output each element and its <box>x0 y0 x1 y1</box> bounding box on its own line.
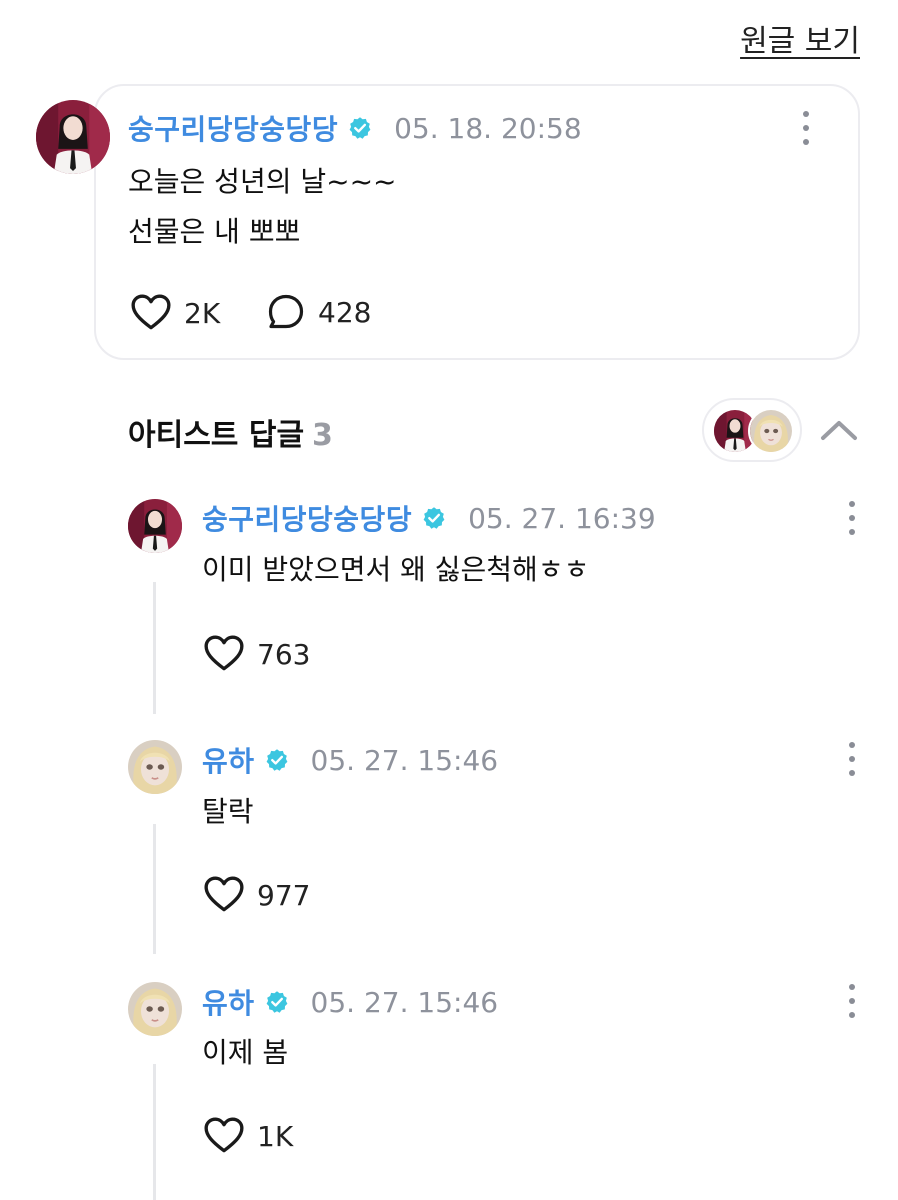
reply-avatar[interactable] <box>128 982 182 1036</box>
reply-text: 이미 받았으면서 왜 싫은척해ㅎㅎ <box>202 553 590 586</box>
reply-text: 이제 봄 <box>202 1036 289 1069</box>
post-timestamp: 05. 18. 20:58 <box>394 111 582 145</box>
chevron-up-icon <box>821 421 857 440</box>
reply-avatar[interactable] <box>128 499 182 553</box>
reply-author-name[interactable]: 유하 <box>202 740 255 780</box>
heart-icon <box>203 874 245 916</box>
more-vertical-icon <box>849 742 855 748</box>
more-vertical-icon <box>849 984 855 990</box>
thread-line <box>153 1064 156 1200</box>
reply-thread-page: 원글 보기 숭구리당당숭당당 05. 18. 20:58 오늘은 성년의 날~~… <box>0 0 898 1200</box>
post-more-button[interactable] <box>796 111 816 145</box>
verified-badge-icon <box>422 506 446 530</box>
artist-replies-count: 3 <box>312 418 333 453</box>
reply-author-name[interactable]: 숭구리당당숭당당 <box>202 498 412 538</box>
thread-line <box>153 824 156 954</box>
collapse-replies-button[interactable] <box>818 414 860 446</box>
verified-badge-icon <box>265 990 289 1014</box>
reply-text: 탈락 <box>202 795 254 828</box>
heart-icon <box>130 292 172 334</box>
reply-header: 유하 05. 27. 15:46 <box>202 740 498 780</box>
artist-avatar <box>748 408 794 454</box>
verified-badge-icon <box>348 116 372 140</box>
post-like-button[interactable]: 2K <box>130 292 220 334</box>
post-avatar[interactable] <box>36 100 110 174</box>
post-author-name[interactable]: 숭구리당당숭당당 <box>128 108 338 148</box>
reply-more-button[interactable] <box>842 501 862 535</box>
more-vertical-icon <box>803 111 809 117</box>
reply-more-button[interactable] <box>842 742 862 776</box>
reply-timestamp: 05. 27. 16:39 <box>468 501 656 535</box>
reply-like-count: 977 <box>257 878 311 912</box>
comment-bubble-icon <box>266 292 306 332</box>
reply-avatar[interactable] <box>128 740 182 794</box>
reply-like-count: 763 <box>257 637 311 671</box>
thread-line <box>153 582 156 714</box>
reply-like-button[interactable]: 977 <box>203 874 310 916</box>
post-like-count: 2K <box>184 296 221 330</box>
reply-header: 숭구리당당숭당당 05. 27. 16:39 <box>202 498 656 538</box>
reply-like-button[interactable]: 763 <box>203 633 310 675</box>
reply-like-count: 1K <box>257 1119 294 1153</box>
artist-replies-title: 아티스트 답글 3 <box>128 410 333 454</box>
reply-more-button[interactable] <box>842 984 862 1018</box>
artist-avatar-stack[interactable] <box>702 398 802 462</box>
reply-header: 유하 05. 27. 15:46 <box>202 982 498 1022</box>
post-comment-button[interactable]: 428 <box>266 292 371 332</box>
reply-timestamp: 05. 27. 15:46 <box>310 743 499 777</box>
post-header: 숭구리당당숭당당 05. 18. 20:58 <box>128 108 582 148</box>
reply-like-button[interactable]: 1K <box>203 1115 293 1157</box>
verified-badge-icon <box>265 748 289 772</box>
reply-timestamp: 05. 27. 15:46 <box>310 985 499 1019</box>
heart-icon <box>203 633 245 675</box>
view-original-link[interactable]: 원글 보기 <box>740 16 860 60</box>
reply-author-name[interactable]: 유하 <box>202 982 255 1022</box>
post-comment-count: 428 <box>318 295 372 329</box>
artist-replies-label: 아티스트 답글 <box>128 418 305 453</box>
heart-icon <box>203 1115 245 1157</box>
more-vertical-icon <box>849 501 855 507</box>
post-text: 오늘은 성년의 날~~~ 선물은 내 뽀뽀 <box>128 165 397 248</box>
